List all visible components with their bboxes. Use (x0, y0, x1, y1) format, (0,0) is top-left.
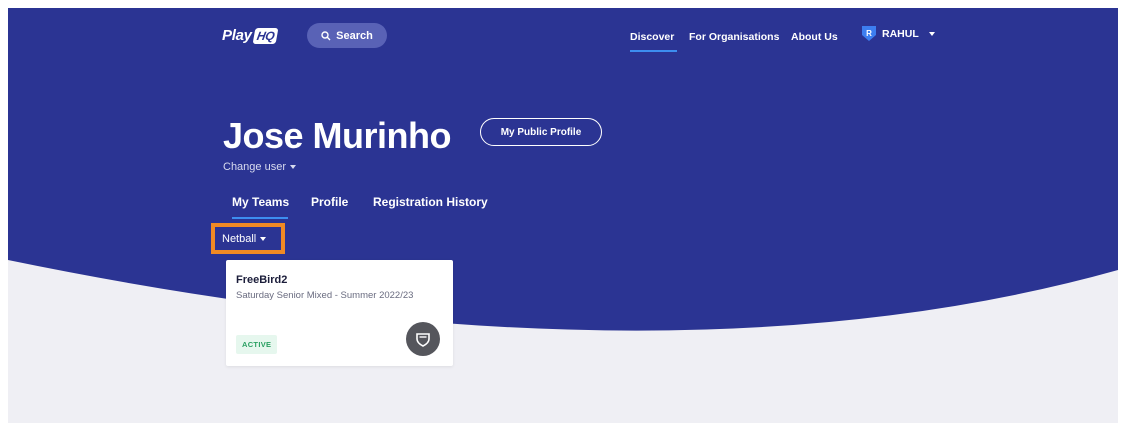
search-button[interactable]: Search (307, 23, 387, 48)
tab-registration-history[interactable]: Registration History (373, 195, 488, 209)
logo-text: Play (222, 27, 252, 44)
tab-my-teams[interactable]: My Teams (232, 195, 289, 209)
status-badge: ACTIVE (236, 335, 278, 354)
sport-filter-value: Netball (222, 232, 257, 245)
logo-badge: HQ (252, 27, 279, 44)
team-name: FreeBird2 (236, 274, 288, 286)
page-title: Jose Murinho (223, 115, 452, 156)
user-name: RAHUL (882, 27, 919, 40)
change-user-label: Change user (223, 161, 286, 173)
chevron-down-icon (260, 236, 267, 241)
sport-filter-dropdown[interactable]: Netball (211, 223, 285, 254)
team-competition: Saturday Senior Mixed - Summer 2022/23 (236, 290, 414, 301)
my-public-profile-button[interactable]: My Public Profile (480, 118, 602, 146)
chevron-down-icon (928, 31, 935, 36)
tab-profile[interactable]: Profile (311, 195, 348, 209)
top-navigation: Play HQ Search Discover For Organisation… (8, 8, 1118, 68)
team-shield-icon (406, 322, 440, 356)
tab-active-indicator (232, 217, 288, 219)
user-menu[interactable]: R RAHUL (862, 26, 935, 41)
user-avatar-icon: R (862, 26, 876, 41)
change-user-dropdown[interactable]: Change user (223, 161, 296, 173)
chevron-down-icon (290, 165, 296, 170)
nav-discover[interactable]: Discover (630, 31, 674, 43)
page: Play HQ Search Discover For Organisation… (8, 8, 1118, 423)
search-label: Search (336, 29, 373, 42)
nav-for-organisations[interactable]: For Organisations (689, 31, 779, 43)
nav-about-us[interactable]: About Us (791, 31, 838, 43)
team-card[interactable]: FreeBird2 Saturday Senior Mixed - Summer… (226, 260, 453, 366)
nav-active-indicator (630, 50, 677, 52)
search-icon (321, 30, 331, 40)
playhq-logo[interactable]: Play HQ (222, 27, 279, 44)
